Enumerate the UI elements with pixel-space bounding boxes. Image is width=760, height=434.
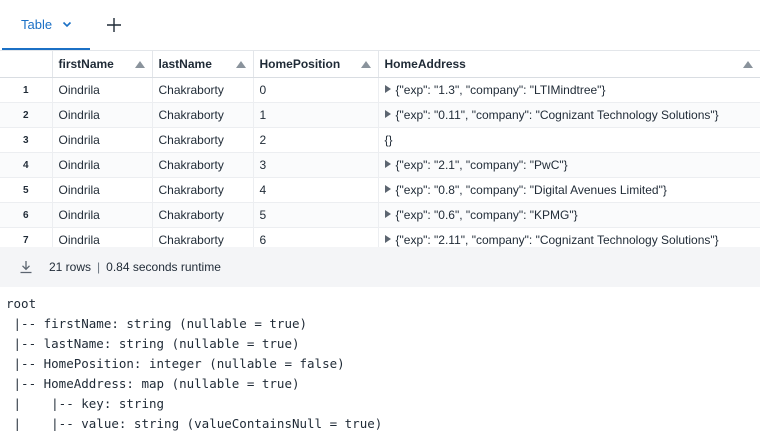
column-header-label: lastName (158, 57, 212, 71)
cell-lastName: Chakraborty (152, 202, 254, 228)
row-index: 3 (0, 127, 53, 153)
table-row[interactable]: 4 Oindrila Chakraborty 3 {"exp": "2.1", "com… (0, 152, 760, 178)
cell-firstName: Oindrila (52, 127, 153, 153)
map-value: {"exp": "1.3", "company": "LTIMindtree"} (395, 83, 606, 97)
row-index-header (0, 51, 53, 78)
cell-HomePosition: 2 (253, 127, 379, 153)
table-header-row: firstName lastName HomePosition HomeAddr… (0, 51, 760, 78)
cell-lastName: Chakraborty (152, 152, 254, 178)
table-row[interactable]: 3 Oindrila Chakraborty 2 {} (0, 127, 760, 153)
chevron-down-icon[interactable] (61, 18, 73, 30)
cell-HomePosition: 4 (253, 177, 379, 203)
schema-output: root |-- firstName: string (nullable = t… (6, 294, 382, 434)
cell-HomePosition: 3 (253, 152, 379, 178)
cell-lastName: Chakraborty (152, 102, 254, 128)
row-index: 5 (0, 177, 53, 203)
cell-HomeAddress: {"exp": "1.3", "company": "LTIMindtree"} (378, 77, 760, 103)
cell-HomeAddress: {"exp": "0.8", "company": "Digital Avenu… (378, 177, 760, 203)
column-header-HomeAddress[interactable]: HomeAddress (378, 51, 760, 78)
cell-firstName: Oindrila (52, 102, 153, 128)
download-icon[interactable] (19, 260, 33, 274)
map-value: {} (384, 133, 393, 147)
schema-line: | |-- key: string (6, 396, 165, 411)
map-value: {"exp": "2.11", "company": "Cognizant Te… (395, 233, 719, 247)
map-value: {"exp": "0.11", "company": "Cognizant Te… (395, 108, 719, 122)
sort-arrow-icon[interactable] (742, 60, 753, 68)
tab-table[interactable]: Table (2, 0, 90, 50)
tab-table-label: Table (21, 16, 53, 32)
cell-firstName: Oindrila (52, 152, 153, 178)
cell-lastName: Chakraborty (152, 127, 254, 153)
column-header-label: HomePosition (259, 57, 341, 71)
map-value: {"exp": "2.1", "company": "PwC"} (395, 158, 568, 172)
table-row[interactable]: 7 Oindrila Chakraborty 6 {"exp": "2.11", "co… (0, 227, 760, 247)
table-row[interactable]: 2 Oindrila Chakraborty 1 {"exp": "0.11", "co… (0, 102, 760, 128)
table-row[interactable]: 1 Oindrila Chakraborty 0 {"exp": "1.3", "com… (0, 77, 760, 103)
cell-HomeAddress: {"exp": "2.1", "company": "PwC"} (378, 152, 760, 178)
map-value: {"exp": "0.6", "company": "KPMG"} (395, 208, 578, 222)
expand-triangle-icon[interactable] (384, 110, 391, 118)
row-index: 7 (0, 227, 53, 247)
schema-line: root (6, 296, 37, 311)
row-index: 6 (0, 202, 53, 228)
sort-arrow-icon[interactable] (235, 60, 246, 68)
expand-triangle-icon[interactable] (384, 85, 391, 93)
column-header-lastName[interactable]: lastName (152, 51, 254, 78)
cell-HomeAddress: {"exp": "0.6", "company": "KPMG"} (378, 202, 760, 228)
cell-firstName: Oindrila (52, 227, 153, 247)
cell-lastName: Chakraborty (152, 77, 254, 103)
expand-triangle-icon[interactable] (384, 185, 391, 193)
results-table: firstName lastName HomePosition HomeAddr… (0, 50, 760, 247)
expand-triangle-icon[interactable] (384, 235, 391, 243)
row-index: 1 (0, 77, 53, 103)
cell-HomeAddress: {} (378, 127, 760, 153)
table-row[interactable]: 5 Oindrila Chakraborty 4 {"exp": "0.8", "com… (0, 177, 760, 203)
cell-HomeAddress: {"exp": "0.11", "company": "Cognizant Te… (378, 102, 760, 128)
schema-line: |-- lastName: string (nullable = true) (6, 336, 300, 351)
column-header-firstName[interactable]: firstName (52, 51, 153, 78)
cell-HomePosition: 6 (253, 227, 379, 247)
schema-line: |-- HomeAddress: map (nullable = true) (6, 376, 300, 391)
runtime-label: 0.84 seconds runtime (106, 260, 221, 274)
schema-line: |-- firstName: string (nullable = true) (6, 316, 308, 331)
cell-firstName: Oindrila (52, 77, 153, 103)
status-separator: | (97, 260, 101, 274)
row-count: 21 rows (49, 260, 92, 274)
map-value: {"exp": "0.8", "company": "Digital Avenu… (395, 183, 667, 197)
table-row[interactable]: 6 Oindrila Chakraborty 5 {"exp": "0.6", "com… (0, 202, 760, 228)
column-header-label: HomeAddress (384, 57, 466, 71)
status-bar: 21 rows | 0.84 seconds runtime (0, 247, 760, 287)
table-body: 1 Oindrila Chakraborty 0 {"exp": "1.3", "com… (0, 77, 760, 247)
expand-triangle-icon[interactable] (384, 210, 391, 218)
cell-HomePosition: 0 (253, 77, 379, 103)
sort-arrow-icon[interactable] (360, 60, 371, 68)
cell-lastName: Chakraborty (152, 227, 254, 247)
add-tab-plus-icon[interactable] (104, 14, 124, 36)
column-header-label: firstName (58, 57, 114, 71)
results-tab-bar: Table (0, 0, 760, 50)
cell-lastName: Chakraborty (152, 177, 254, 203)
cell-firstName: Oindrila (52, 202, 153, 228)
row-index: 4 (0, 152, 53, 178)
expand-triangle-icon[interactable] (384, 160, 391, 168)
cell-firstName: Oindrila (52, 177, 153, 203)
sort-arrow-icon[interactable] (134, 60, 145, 68)
schema-line: | |-- value: string (valueContainsNull =… (6, 416, 383, 431)
row-index: 2 (0, 102, 53, 128)
column-header-HomePosition[interactable]: HomePosition (253, 51, 379, 78)
cell-HomePosition: 1 (253, 102, 379, 128)
schema-line: |-- HomePosition: integer (nullable = fa… (6, 356, 345, 371)
cell-HomeAddress: {"exp": "2.11", "company": "Cognizant Te… (378, 227, 760, 247)
cell-HomePosition: 5 (253, 202, 379, 228)
